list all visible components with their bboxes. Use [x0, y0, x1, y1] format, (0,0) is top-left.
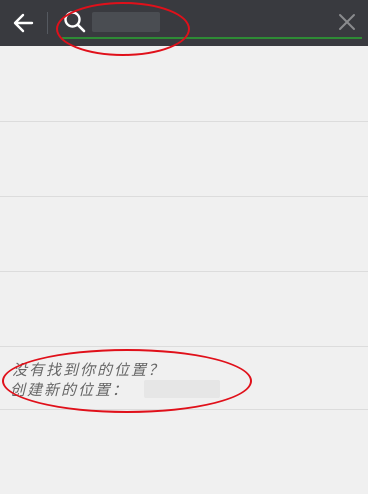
- list-item[interactable]: [0, 122, 368, 197]
- close-icon[interactable]: [334, 9, 360, 35]
- empty-area: [0, 410, 368, 494]
- list-item[interactable]: [0, 272, 368, 347]
- not-found-prompt: 没有找到你的位置？: [12, 361, 166, 379]
- header-divider: [47, 12, 48, 34]
- search-icon: [64, 11, 86, 33]
- back-button[interactable]: [6, 6, 40, 40]
- create-location-label: 创建新的位置：: [10, 381, 130, 399]
- search-input-underline: [62, 37, 362, 39]
- list-item[interactable]: [0, 46, 368, 122]
- list-item[interactable]: [0, 197, 368, 272]
- create-location-item[interactable]: 没有找到你的位置？ 创建新的位置：: [0, 347, 368, 410]
- search-input[interactable]: [88, 8, 332, 36]
- new-location-name-redacted: [144, 380, 220, 398]
- search-header: [0, 0, 368, 46]
- arrow-left-icon: [13, 13, 34, 33]
